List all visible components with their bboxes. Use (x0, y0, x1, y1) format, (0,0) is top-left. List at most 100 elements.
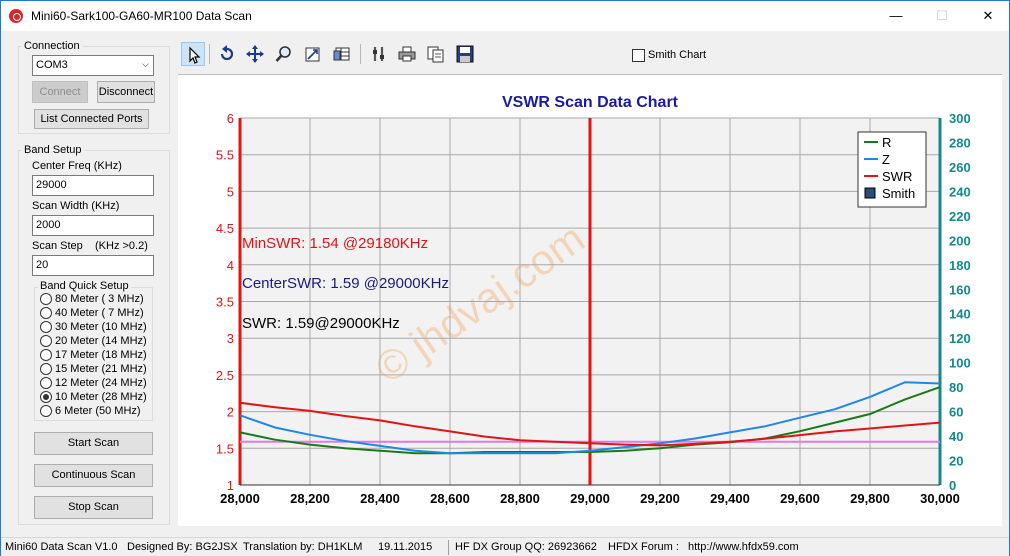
toolbar-separator (209, 44, 210, 64)
band-setup-group-label: Band Setup (22, 144, 84, 156)
swr-annotation: SWR: 1.59@29000KHz (242, 315, 400, 332)
radio-button[interactable] (40, 363, 52, 376)
continuous-scan-button[interactable]: Continuous Scan (34, 464, 153, 487)
radio-button[interactable] (40, 335, 52, 348)
disconnect-button[interactable]: Disconnect (97, 81, 155, 103)
scan-step-input[interactable]: 20 (32, 255, 154, 276)
band-radio-option[interactable]: 30 Meter (10 MHz) (40, 321, 147, 335)
start-scan-button[interactable]: Start Scan (34, 432, 153, 455)
y-right-tick-label: 60 (949, 405, 963, 420)
band-radio-label: 17 Meter (18 MHz) (55, 349, 147, 361)
legend-label: Smith (882, 186, 915, 201)
band-radio-option[interactable]: 12 Meter (24 MHz) (40, 377, 147, 391)
status-forum-url[interactable]: http://www.hfdx59.com (688, 541, 799, 553)
minimize-button[interactable]: — (873, 1, 919, 31)
copy-icon[interactable] (424, 42, 448, 66)
band-radio-label: 30 Meter (10 MHz) (55, 321, 147, 333)
radio-button[interactable] (40, 377, 52, 390)
list-ports-button[interactable]: List Connected Ports (34, 109, 149, 129)
y-right-tick-label: 40 (949, 429, 963, 444)
legend-swatch (864, 187, 876, 199)
y-right-tick-label: 260 (949, 160, 971, 175)
y-left-tick-label: 6 (227, 111, 234, 126)
radio-button[interactable] (40, 405, 52, 418)
x-tick-label: 30,000 (920, 491, 960, 506)
app-icon (9, 9, 23, 23)
print-icon[interactable] (395, 42, 419, 66)
connect-button[interactable]: Connect (32, 81, 88, 103)
y-right-tick-label: 220 (949, 209, 971, 224)
x-tick-label: 28,200 (290, 491, 330, 506)
x-tick-label: 28,400 (360, 491, 400, 506)
x-tick-label: 28,600 (430, 491, 470, 506)
status-bar: Mini60 Data Scan V1.0 Designed By: BG2JS… (1, 537, 1009, 556)
band-radio-option[interactable]: 20 Meter (14 MHz) (40, 335, 147, 349)
port-select-value: COM3 (36, 59, 68, 71)
save-icon[interactable] (453, 42, 477, 66)
scan-width-input[interactable]: 2000 (32, 215, 154, 236)
y-right-tick-label: 0 (949, 478, 956, 493)
band-radio-option[interactable]: 6 Meter (50 MHz) (40, 405, 141, 419)
toolbar-separator (360, 44, 361, 64)
legend-label: R (882, 135, 891, 150)
center-swr-annotation: CenterSWR: 1.59 @29000KHz (242, 275, 449, 292)
data-table-icon[interactable] (330, 42, 354, 66)
smith-chart-checkbox[interactable] (632, 49, 645, 62)
band-radio-option[interactable]: 10 Meter (28 MHz) (40, 391, 147, 405)
close-button[interactable]: ✕ (965, 1, 1010, 31)
y-right-tick-label: 180 (949, 258, 971, 273)
radio-button[interactable] (40, 349, 52, 362)
window-title: Mini60-Sark100-GA60-MR100 Data Scan (31, 9, 252, 23)
x-tick-label: 29,800 (850, 491, 890, 506)
vswr-chart[interactable]: © jhdvaj.com28,000 28,200 28,400 28,600 28,8… (178, 75, 1002, 527)
port-select[interactable]: COM3 ⌵ (32, 55, 154, 76)
band-radio-option[interactable]: 15 Meter (21 MHz) (40, 363, 147, 377)
chart-panel: © jhdvaj.com 28,000 28,200 28,400 28,600 28,8… (178, 74, 1002, 526)
undo-icon[interactable] (215, 42, 239, 66)
band-radio-label: 6 Meter (50 MHz) (55, 405, 141, 417)
radio-button[interactable] (40, 321, 52, 334)
y-right-tick-label: 160 (949, 282, 971, 297)
band-radio-option[interactable]: 40 Meter ( 7 MHz) (40, 307, 144, 321)
zoom-icon[interactable] (272, 42, 296, 66)
center-freq-input[interactable]: 29000 (32, 175, 154, 196)
x-tick-label: 28,800 (500, 491, 540, 506)
x-tick-label: 29,200 (640, 491, 680, 506)
y-left-tick-label: 2.5 (216, 368, 234, 383)
band-radio-label: 12 Meter (24 MHz) (55, 377, 147, 389)
scan-step-hint: (KHz >0.2) (95, 240, 148, 252)
x-tick-label: 29,600 (780, 491, 820, 506)
stop-scan-button[interactable]: Stop Scan (34, 496, 153, 519)
maximize-button[interactable]: ☐ (919, 1, 965, 31)
y-left-tick-label: 3.5 (216, 295, 234, 310)
status-version: Mini60 Data Scan V1.0 (5, 541, 118, 553)
y-right-tick-label: 80 (949, 380, 963, 395)
radio-button[interactable] (40, 307, 52, 320)
y-right-tick-label: 120 (949, 331, 971, 346)
chart-title: VSWR Scan Data Chart (502, 94, 679, 111)
y-left-tick-label: 1.5 (216, 441, 234, 456)
band-radio-option[interactable]: 80 Meter ( 3 MHz) (40, 293, 144, 307)
settings-icon[interactable] (367, 42, 391, 66)
status-forum-label: HFDX Forum : (608, 541, 679, 553)
smith-chart-label[interactable]: Smith Chart (648, 49, 706, 61)
scan-width-label: Scan Width (KHz) (32, 200, 120, 212)
scan-step-label: Scan Step (32, 240, 83, 252)
y-left-tick-label: 1 (227, 478, 234, 493)
pan-icon[interactable] (243, 42, 267, 66)
band-radio-label: 80 Meter ( 3 MHz) (55, 293, 144, 305)
y-right-tick-label: 20 (949, 454, 963, 469)
band-radio-label: 20 Meter (14 MHz) (55, 335, 147, 347)
chart-toolbar (178, 38, 1002, 74)
y-right-tick-label: 100 (949, 356, 971, 371)
export-image-icon[interactable] (301, 42, 325, 66)
radio-button[interactable] (40, 391, 52, 404)
y-right-tick-label: 140 (949, 307, 971, 322)
band-radio-option[interactable]: 17 Meter (18 MHz) (40, 349, 147, 363)
y-left-tick-label: 5 (227, 184, 234, 199)
pointer-icon[interactable] (181, 42, 205, 66)
min-swr-annotation: MinSWR: 1.54 @29180KHz (242, 235, 428, 252)
radio-button[interactable] (40, 293, 52, 306)
chevron-down-icon[interactable]: ⌵ (142, 59, 149, 70)
legend-label: Z (882, 152, 890, 167)
